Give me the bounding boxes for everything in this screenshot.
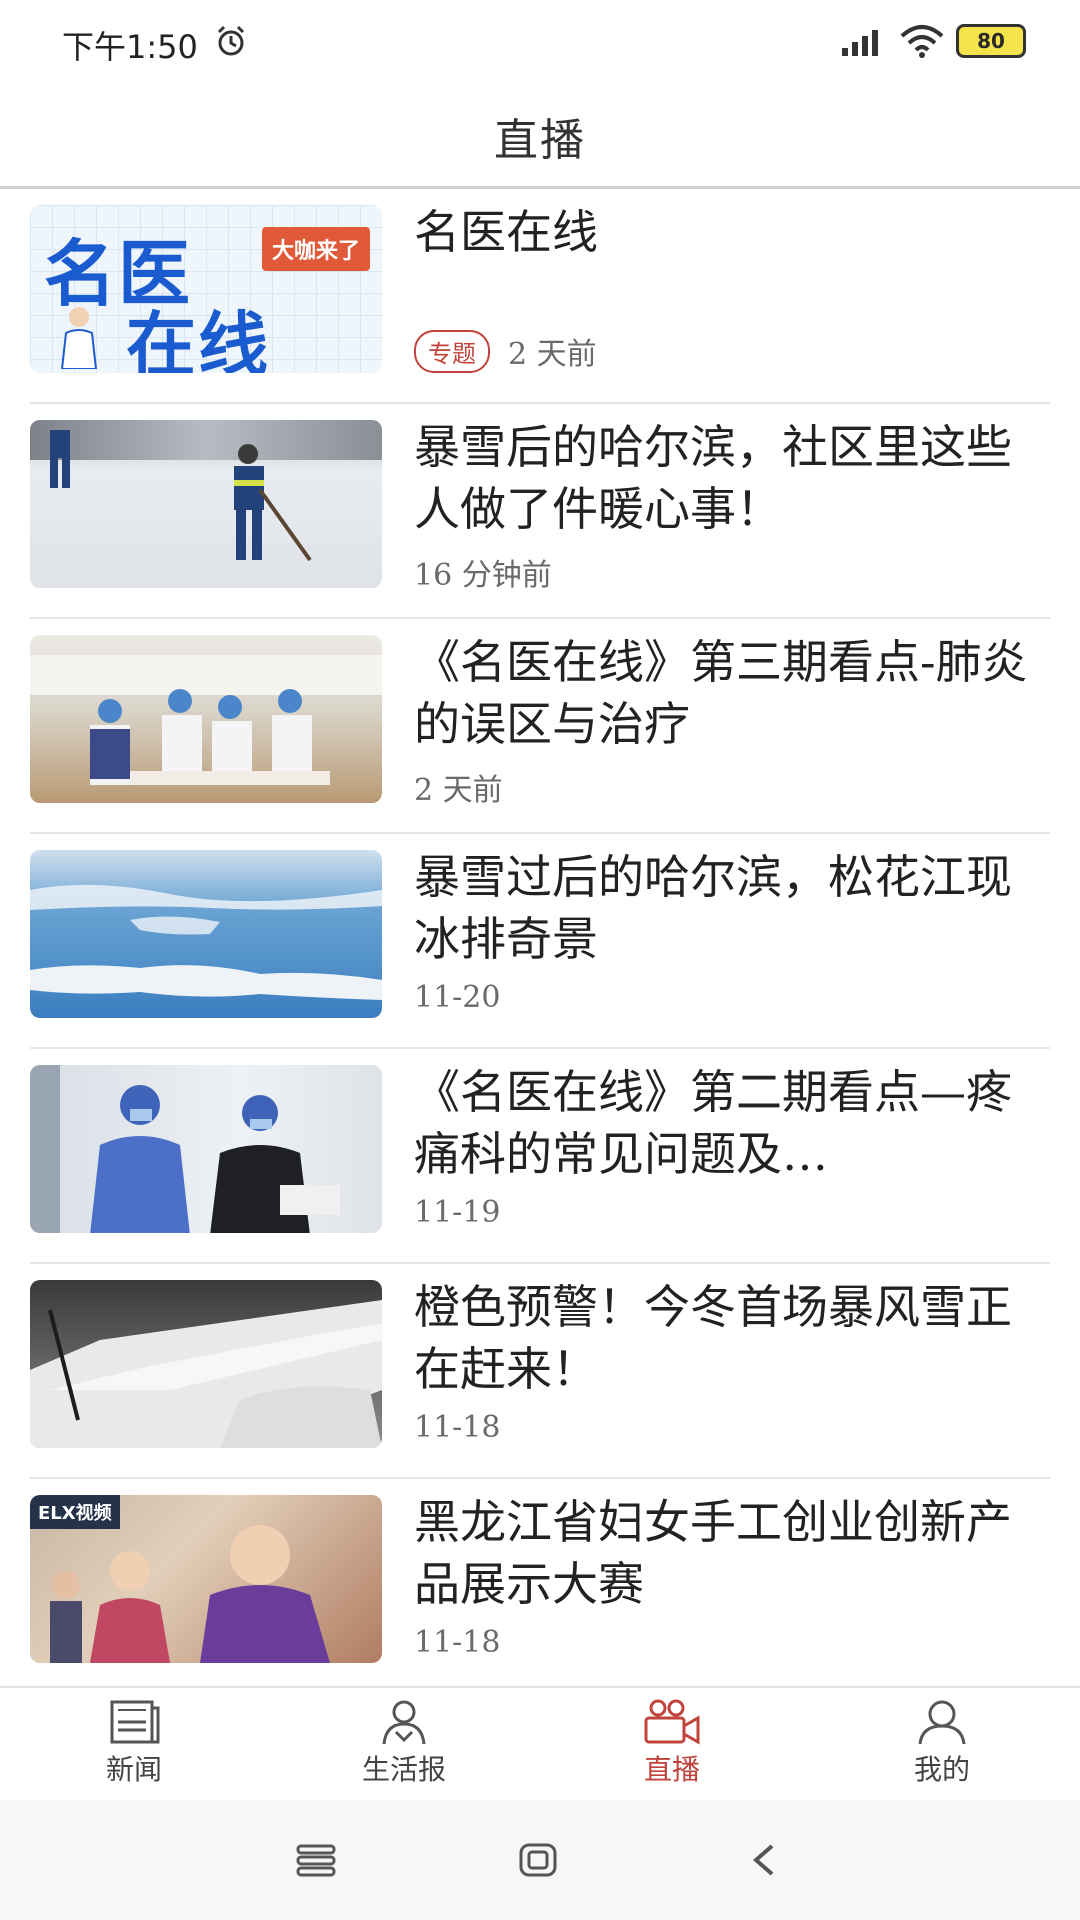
item-meta: 11-19: [414, 1195, 500, 1230]
menu-icon[interactable]: [296, 1842, 336, 1878]
bottom-nav: 新闻 生活报 直播 我的: [0, 1686, 1080, 1800]
newspaper-icon: [110, 1700, 160, 1744]
signal-icon: [842, 30, 878, 56]
list-item[interactable]: 暴雪过后的哈尔滨，松花江现冰排奇景 11-20: [30, 834, 1050, 1049]
item-time: 2 天前: [414, 773, 503, 808]
battery-level: 80: [977, 29, 1005, 53]
item-time: 2 天前: [508, 337, 597, 372]
item-title: 橙色预警！今冬首场暴风雪正在赶来！: [414, 1280, 1012, 1396]
status-time: 下午1:50: [62, 28, 198, 66]
nav-life-paper[interactable]: 生活报: [324, 1688, 484, 1800]
back-icon[interactable]: [746, 1842, 782, 1878]
item-meta: 专题 2 天前: [414, 329, 597, 373]
ice-floes: [30, 884, 382, 1000]
page-title: 直播: [494, 115, 586, 166]
nav-label: 新闻: [105, 1753, 162, 1786]
item-meta: 11-18: [414, 1625, 500, 1660]
system-nav-bar: [0, 1800, 1080, 1920]
item-meta: 11-18: [414, 1410, 500, 1445]
item-time: 16 分钟前: [414, 558, 552, 593]
thumbnail-pain-clinic: [30, 1065, 382, 1233]
item-time: 11-18: [414, 1410, 501, 1445]
thumbnail-doctor-online: 大咖来了 名医 在线: [30, 205, 382, 373]
nav-label: 生活报: [361, 1753, 446, 1786]
worker-figure-icon: [50, 430, 70, 488]
page-header: 直播: [0, 86, 1080, 189]
item-meta: 16 分钟前: [414, 550, 552, 594]
item-time: 11-18: [414, 1625, 501, 1660]
nav-news[interactable]: 新闻: [54, 1688, 214, 1800]
live-camera-icon: [644, 1699, 700, 1745]
list-item[interactable]: ELX视频 黑龙江省妇女手工创业创新产品展示大赛 11-18: [30, 1479, 1050, 1694]
thumb-banner: 大咖来了: [261, 227, 370, 271]
list-item[interactable]: 大咖来了 名医 在线 名医在线 专题 2 天前: [30, 189, 1050, 404]
item-meta: 2 天前: [414, 765, 503, 809]
nav-label: 直播: [643, 1753, 700, 1786]
worker-figure-icon: [234, 444, 312, 562]
thumbnail-snow-shoveling: [30, 420, 382, 588]
item-title: 黑龙江省妇女手工创业创新产品展示大赛: [414, 1495, 1012, 1611]
wifi-icon: [900, 25, 944, 58]
item-time: 11-19: [414, 1195, 501, 1230]
battery-icon: 80: [956, 24, 1026, 58]
list-item[interactable]: 《名医在线》第二期看点—疼痛科的常见问题及… 11-19: [30, 1049, 1050, 1264]
alarm-icon: [217, 25, 245, 56]
snow-covered-car: [30, 1300, 382, 1448]
item-meta: 11-20: [414, 980, 500, 1015]
thumbnail-river-ice: [30, 850, 382, 1018]
home-icon[interactable]: [518, 1842, 558, 1878]
nav-mine[interactable]: 我的: [862, 1688, 1022, 1800]
item-title: 《名医在线》第三期看点-肺炎的误区与治疗: [414, 635, 1028, 751]
thumbnail-snowy-car: [30, 1280, 382, 1448]
doctor-figure-icon: [90, 1085, 340, 1233]
staff-group-icon: [90, 689, 330, 785]
status-bar: 下午1:50 80: [0, 0, 1080, 86]
user-icon: [918, 1700, 966, 1745]
people-figure-icon: [50, 1525, 330, 1663]
list-item[interactable]: 《名医在线》第三期看点-肺炎的误区与治疗 2 天前: [30, 619, 1050, 834]
doctor-figure-icon: [60, 307, 98, 369]
person-group-icon: [382, 1700, 426, 1745]
thumbnail-medical-meeting: [30, 635, 382, 803]
item-title: 《名医在线》第二期看点—疼痛科的常见问题及…: [414, 1065, 1012, 1181]
nav-label: 我的: [913, 1753, 970, 1786]
nav-live[interactable]: 直播: [592, 1688, 752, 1800]
item-title: 名医在线: [414, 205, 598, 259]
topic-tag: 专题: [414, 329, 490, 373]
thumbnail-handicraft-contest: ELX视频: [30, 1495, 382, 1663]
item-time: 11-20: [414, 980, 501, 1015]
list-item[interactable]: 暴雪后的哈尔滨，社区里这些人做了件暖心事！ 16 分钟前: [30, 404, 1050, 619]
item-title: 暴雪后的哈尔滨，社区里这些人做了件暖心事！: [414, 420, 1012, 536]
list-item[interactable]: 橙色预警！今冬首场暴风雪正在赶来！ 11-18: [30, 1264, 1050, 1479]
item-title: 暴雪过后的哈尔滨，松花江现冰排奇景: [414, 850, 1012, 966]
thumb-text-sub: 在线: [126, 304, 270, 373]
